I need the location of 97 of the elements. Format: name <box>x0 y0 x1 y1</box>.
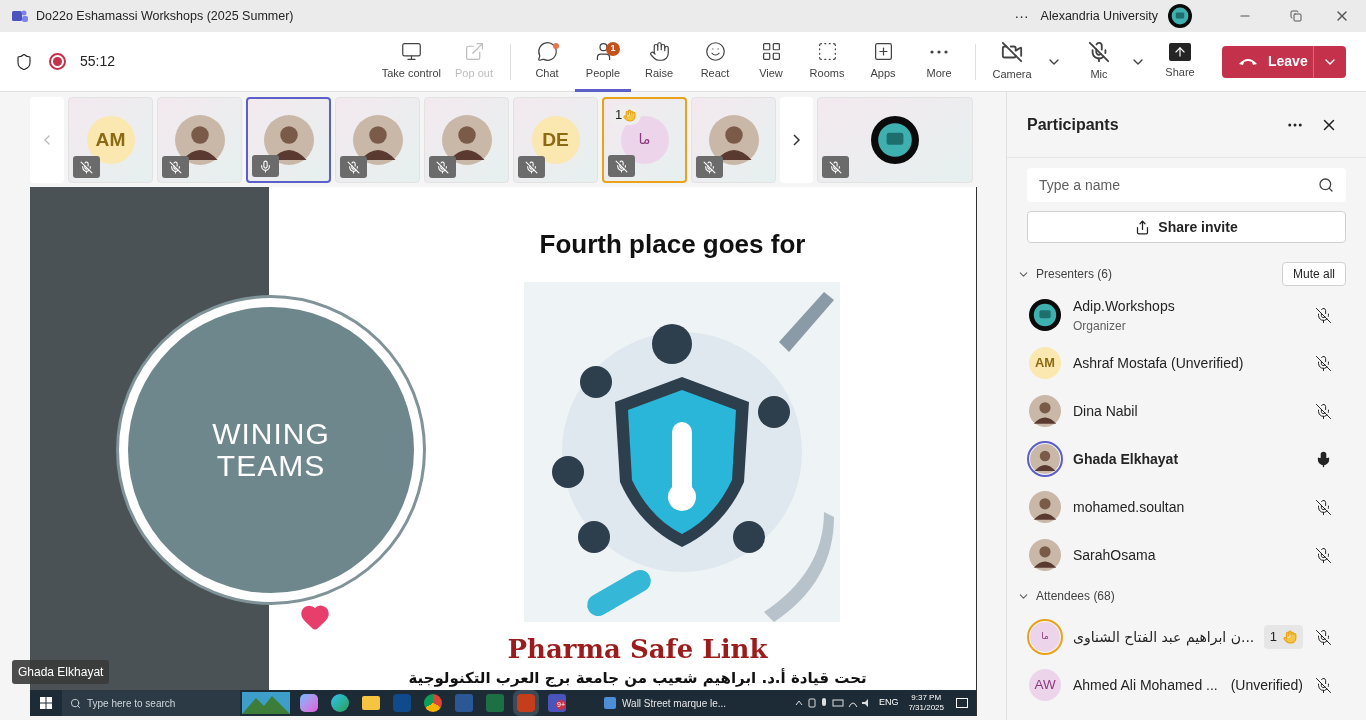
hand-icon <box>623 108 637 122</box>
video-tile[interactable]: DE <box>513 97 598 183</box>
avatar-initials: AW <box>1029 669 1061 701</box>
avatar <box>1029 395 1061 427</box>
avatar <box>1029 539 1061 571</box>
toolbar-button[interactable]: React <box>687 31 743 92</box>
chevron-right-icon <box>793 134 800 146</box>
system-tray-drawing[interactable] <box>794 697 871 709</box>
notification-badge: 1 <box>606 41 620 56</box>
mic-button[interactable]: Mic <box>1074 31 1124 92</box>
toolbar-button[interactable]: View <box>743 31 799 92</box>
taskbar-search-field[interactable]: Type here to search <box>62 690 240 716</box>
account-name: Alexandria University <box>1040 7 1158 25</box>
avatar <box>174 115 225 165</box>
avatar <box>441 115 492 165</box>
avatar <box>1029 491 1061 523</box>
participant-role: Organizer <box>1073 317 1127 335</box>
participant-row[interactable]: mohamed.soultan <box>1007 483 1366 531</box>
toolbar-button[interactable]: Apps <box>855 31 911 92</box>
raised-hand-badge: 1 <box>1263 625 1303 649</box>
participant-row[interactable]: AW Ahmed Ali Mohamed ... (Unverified) <box>1007 661 1366 709</box>
section-header[interactable]: Presenters (6) <box>1036 265 1113 283</box>
share-icon <box>1169 42 1191 61</box>
toolbar-button[interactable]: More <box>911 31 967 92</box>
share-icon <box>1135 219 1151 235</box>
restore-icon[interactable] <box>1290 10 1302 22</box>
avatar <box>263 115 314 165</box>
clock-time: 9:37 PM <box>911 693 942 703</box>
window-title: Do22o Eshamassi Workshops (2025 Summer) <box>36 7 294 25</box>
avatar <box>708 115 759 165</box>
participant-name: SarahOsama <box>1073 545 1156 565</box>
rooms-icon <box>816 41 838 63</box>
meeting-timer: 55:12 <box>80 52 116 71</box>
avatar-initials: ما <box>1030 622 1060 652</box>
video-tile[interactable] <box>246 97 331 183</box>
hand-icon <box>1283 630 1297 644</box>
mic-off-icon <box>1088 40 1110 63</box>
panel-title: Participants <box>1027 114 1119 135</box>
smiley-icon <box>704 41 726 63</box>
camera-button[interactable]: Camera <box>984 31 1040 92</box>
avatar-initials: AM <box>86 116 135 164</box>
shield-icon <box>15 52 33 71</box>
toolbar-button[interactable]: Raise <box>631 31 687 92</box>
participant-name: Ahmed Ali Mohamed ... <box>1073 675 1218 695</box>
app-logo-icon <box>12 9 28 23</box>
participant-row[interactable]: AM Ashraf Mostafa (Unverified) <box>1007 339 1366 387</box>
chat-icon <box>536 41 558 63</box>
camera-off-icon <box>1001 40 1023 63</box>
participant-name: Adip.Workshops <box>1073 296 1175 316</box>
video-tile[interactable]: AM <box>68 97 153 183</box>
ellipsis-icon <box>930 49 948 54</box>
share-invite-button[interactable]: Share invite <box>1027 211 1346 243</box>
share-button[interactable]: Share <box>1152 31 1208 92</box>
hand-icon <box>648 41 670 63</box>
hang-up-icon <box>1238 57 1258 66</box>
section-header[interactable]: Attendees (68) <box>1036 587 1115 605</box>
participant-name: Ashraf Mostafa (Unverified) <box>1073 353 1244 373</box>
presenter-name-tag: Ghada Elkhayat <box>12 660 110 684</box>
toolbar-button[interactable]: Chat <box>519 31 575 92</box>
avatar <box>1030 444 1060 474</box>
raised-hand-badge: 1 <box>610 105 642 125</box>
plus-square-icon <box>872 41 894 63</box>
search-icon <box>70 697 81 709</box>
logo-avatar <box>1029 299 1061 331</box>
grid-icon <box>760 41 782 63</box>
participant-row[interactable]: Dina Nabil <box>1007 387 1366 435</box>
account-avatar <box>1168 4 1192 28</box>
landscape-icon <box>242 692 290 714</box>
circle-text: WINING TEAMS <box>211 418 331 482</box>
avatar <box>352 115 403 165</box>
toolbar-button[interactable]: Take control <box>376 31 446 92</box>
search-icon <box>1318 177 1334 193</box>
windows-icon[interactable] <box>40 697 52 709</box>
news-ticker[interactable]: Wall Street marque le... <box>622 695 727 711</box>
more-options[interactable]: ··· <box>1014 5 1029 27</box>
mute-all-button[interactable]: Mute all <box>1281 262 1346 286</box>
language-indicator[interactable]: ENG <box>878 696 899 710</box>
participant-tag: (Unverified) <box>1230 674 1303 696</box>
pop-out-icon <box>463 41 485 63</box>
participant-name: mohamed.soultan <box>1073 497 1185 517</box>
participant-row[interactable]: Adip.Workshops Organizer <box>1007 291 1366 339</box>
avatar-initials: DE <box>531 116 580 164</box>
logo-avatar <box>871 116 919 164</box>
participant-row[interactable]: SarahOsama <box>1007 531 1366 579</box>
toolbar-button[interactable]: Rooms <box>799 31 855 92</box>
participant-row[interactable]: Ghada Elkhayat <box>1007 435 1366 483</box>
team-name: Pharma Safe Link <box>507 633 768 666</box>
slide-title: Fourth place goes for <box>539 228 806 261</box>
participant-name: ...ن ابراهيم عبد الفتاح الشناوى <box>1073 627 1255 648</box>
toolbar-button[interactable]: People 1 <box>575 31 631 92</box>
participant-name: Ghada Elkhayat <box>1073 449 1179 469</box>
monitor-icon <box>400 41 422 63</box>
search-field[interactable]: Type a name <box>1027 168 1346 202</box>
participant-name: Dina Nabil <box>1073 401 1138 421</box>
avatar-initials: AM <box>1029 347 1061 379</box>
clock-date: 7/31/2025 <box>908 703 944 713</box>
slide-subtitle: تحت قيادة أ.د. ابراهيم شعيب من جامعة برج العرب التكنولوجية <box>408 669 867 687</box>
